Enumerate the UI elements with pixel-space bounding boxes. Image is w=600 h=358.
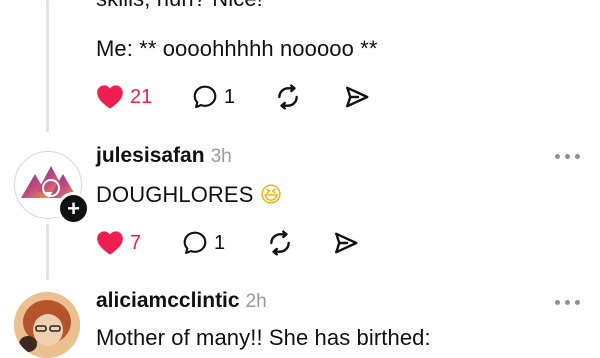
repost-icon	[270, 230, 290, 256]
heart-icon	[97, 231, 123, 255]
heart-icon	[97, 85, 123, 109]
comment-button[interactable]: 1	[192, 84, 235, 110]
send-icon	[346, 86, 369, 108]
more-options-icon[interactable]	[555, 300, 580, 305]
send-icon	[335, 232, 358, 254]
like-button[interactable]: 21	[96, 84, 152, 110]
thread-line-top	[46, 0, 49, 132]
comment-count: 1	[214, 231, 226, 254]
post-text-line-2: Me: ** oooohhhhh nooooo **	[96, 36, 378, 61]
thread-line-middle	[46, 224, 49, 280]
avatar-image	[14, 292, 80, 358]
reply-2-text: Mother of many!! She has birthed:	[96, 325, 431, 350]
reply-1-text: DOUGHLORES	[96, 182, 254, 207]
reply-1-header: julesisafan 3h	[96, 144, 232, 168]
comment-button[interactable]: 1	[182, 230, 225, 256]
timestamp: 3h	[210, 146, 232, 167]
repost-button[interactable]	[266, 230, 294, 256]
username[interactable]: julesisafan	[96, 144, 205, 167]
post-text-line-1: skills, huh? Nice!	[96, 0, 263, 12]
share-button[interactable]	[343, 84, 371, 110]
more-options-icon[interactable]	[555, 154, 580, 159]
follow-button[interactable]: +	[57, 192, 90, 225]
avatar-aliciamcclintic[interactable]	[14, 292, 80, 358]
reply-2-header: aliciamcclintic 2h	[96, 289, 267, 313]
like-button[interactable]: 7	[96, 230, 141, 256]
share-button[interactable]	[332, 230, 360, 256]
like-count: 7	[130, 231, 142, 254]
reply-1-actions: 7 1	[96, 230, 396, 258]
comment-bubble-icon	[183, 231, 207, 255]
comment-count: 1	[224, 85, 236, 108]
repost-icon	[278, 84, 298, 110]
post-actions: 21 1	[96, 84, 396, 112]
comment-bubble-icon	[193, 85, 217, 109]
repost-button[interactable]	[274, 84, 302, 110]
reply-1-text-line: DOUGHLORES 😆	[96, 182, 283, 208]
like-count: 21	[130, 85, 153, 108]
username[interactable]: aliciamcclintic	[96, 289, 240, 312]
timestamp: 2h	[245, 291, 267, 312]
laughing-emoji: 😆	[259, 182, 283, 208]
